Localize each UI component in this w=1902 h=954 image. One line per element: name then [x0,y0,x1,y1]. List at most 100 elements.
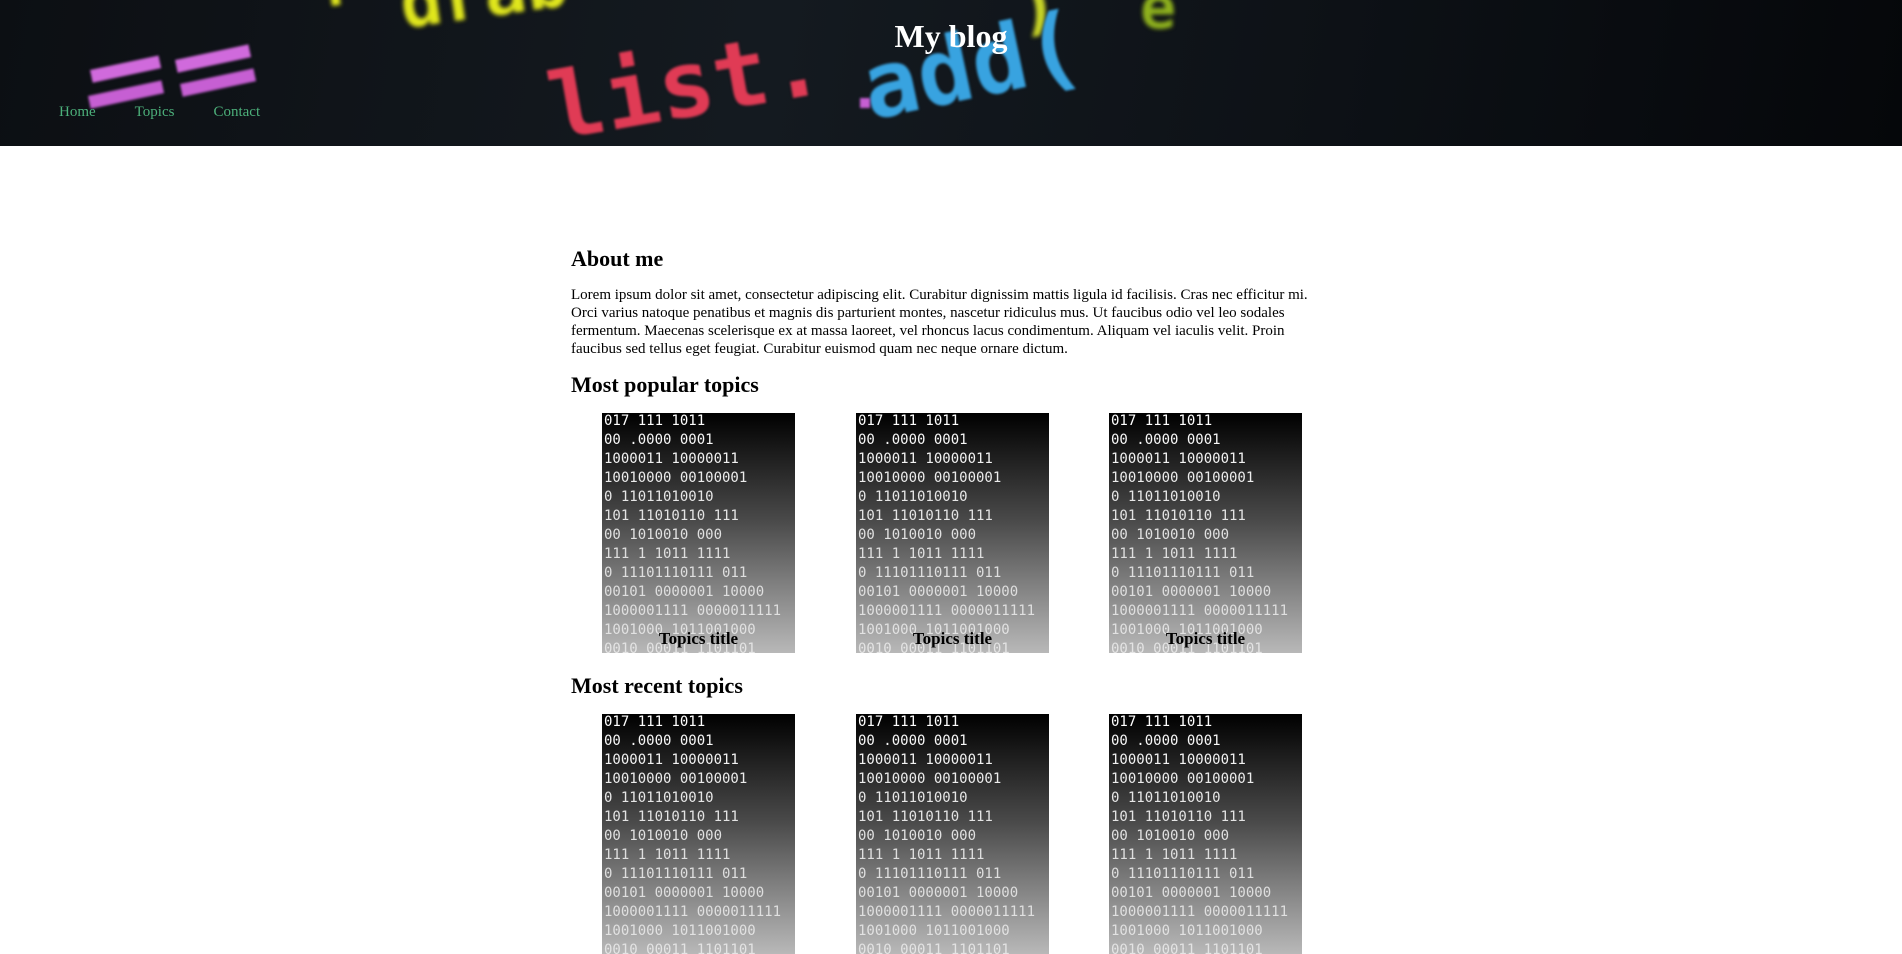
about-heading: About me [571,246,664,271]
nav-topics-link[interactable]: Topics [135,104,175,121]
svg-text:00101 0000001 10000: 00101 0000001 10000 [604,584,764,600]
site-title: My blog [894,18,1008,54]
svg-text:00 .0000 0001: 00 .0000 0001 [1111,733,1221,749]
svg-text:0 11011010010: 0 11011010010 [1111,489,1221,505]
binary-code-image: 017 111 1011 00 .0000 0001 1000011 1000001… [1111,413,1288,653]
svg-text:101 11010110 111: 101 11010110 111 [1111,508,1246,524]
svg-text:0010 00011 1101101: 0010 00011 1101101 [1111,942,1263,954]
svg-text:00 1010010 000: 00 1010010 000 [1111,828,1229,844]
svg-text:00 1010010 000: 00 1010010 000 [1111,527,1229,543]
svg-text:00101 0000001 10000: 00101 0000001 10000 [858,885,1018,901]
svg-text:00 .0000 0001: 00 .0000 0001 [604,733,714,749]
svg-text:1000001111 0000011111: 1000001111 0000011111 [858,603,1035,619]
svg-text:1000011 10000011: 1000011 10000011 [858,752,993,768]
binary-code-image: 017 111 1011 00 .0000 0001 1000011 1000001… [858,413,1035,653]
svg-text:00 .0000 0001: 00 .0000 0001 [1111,432,1221,448]
svg-text:1000001111 0000011111: 1000001111 0000011111 [604,603,781,619]
svg-text:10010000 00100001: 10010000 00100001 [858,470,1001,486]
svg-text:10010000 00100001: 10010000 00100001 [858,771,1001,787]
main-content: About me Lorem ipsum dolor sit amet, con… [571,246,1336,954]
svg-text:1000011 10000011: 1000011 10000011 [604,451,739,467]
svg-text:10010000 00100001: 10010000 00100001 [604,771,747,787]
topic-card[interactable]: 017 111 1011 00 .0000 0001 1000011 1000001… [856,714,1049,954]
about-text: Lorem ipsum dolor sit amet, consectetur … [571,287,1308,357]
svg-text:0 11011010010: 0 11011010010 [858,790,968,806]
svg-text:017 111 1011: 017 111 1011 [1111,714,1212,730]
svg-text:1000001111 0000011111: 1000001111 0000011111 [858,904,1035,920]
svg-text:00 1010010 000: 00 1010010 000 [858,527,976,543]
svg-text:1000011 10000011: 1000011 10000011 [604,752,739,768]
svg-text:0 11011010010: 0 11011010010 [604,790,714,806]
svg-text:0 11101110111 011: 0 11101110111 011 [858,866,1001,882]
recent-topics-heading: Most recent topics [571,673,743,698]
svg-text:0010 00011 1101101: 0010 00011 1101101 [858,942,1010,954]
svg-text:111 1 1011 1111: 111 1 1011 1111 [858,847,984,863]
svg-text:101 11010110 111: 101 11010110 111 [858,508,993,524]
svg-text:017 111 1011: 017 111 1011 [1111,413,1212,429]
svg-text:101 11010110 111: 101 11010110 111 [1111,809,1246,825]
svg-text:00 .0000 0001: 00 .0000 0001 [858,432,968,448]
svg-text:00 1010010 000: 00 1010010 000 [858,828,976,844]
svg-text:111 1 1011 1111: 111 1 1011 1111 [604,546,730,562]
svg-text:00101 0000001 10000: 00101 0000001 10000 [1111,584,1271,600]
svg-text:101 11010110 111: 101 11010110 111 [604,508,739,524]
svg-text:017 111 1011: 017 111 1011 [604,413,705,429]
svg-text:00101 0000001 10000: 00101 0000001 10000 [858,584,1018,600]
svg-text:017 111 1011: 017 111 1011 [858,413,959,429]
svg-text:111 1 1011 1111: 111 1 1011 1111 [858,546,984,562]
popular-topics-heading: Most popular topics [571,372,759,397]
svg-text:00 1010010 000: 00 1010010 000 [604,527,722,543]
svg-text:1000001111 0000011111: 1000001111 0000011111 [1111,904,1288,920]
nav-home-link[interactable]: Home [59,104,96,121]
binary-code-image: 017 111 1011 00 .0000 0001 1000011 1000001… [604,413,781,653]
svg-text:00 .0000 0001: 00 .0000 0001 [858,733,968,749]
topic-card-title: Topics title [658,629,739,648]
topic-card[interactable]: 017 111 1011 00 .0000 0001 1000011 1000001… [856,413,1049,653]
svg-text:1000011 10000011: 1000011 10000011 [1111,451,1246,467]
svg-text:0 11101110111 011: 0 11101110111 011 [1111,565,1254,581]
svg-text:0 11011010010: 0 11011010010 [604,489,714,505]
svg-text:101 11010110 111: 101 11010110 111 [604,809,739,825]
svg-text:10010000 00100001: 10010000 00100001 [604,470,747,486]
svg-text:111 1 1011 1111: 111 1 1011 1111 [1111,546,1237,562]
svg-text:00101 0000001 10000: 00101 0000001 10000 [604,885,764,901]
svg-text:00101 0000001 10000: 00101 0000001 10000 [1111,885,1271,901]
topic-card[interactable]: 017 111 1011 00 .0000 0001 1000011 1000001… [602,413,795,653]
recent-topics-list: 017 111 1011 00 .0000 0001 1000011 1000001… [571,714,1336,954]
svg-text:0 11101110111 011: 0 11101110111 011 [604,565,747,581]
svg-text:1000011 10000011: 1000011 10000011 [1111,752,1246,768]
svg-text:0 11011010010: 0 11011010010 [858,489,968,505]
main-nav: Home Topics Contact [59,104,299,121]
nav-contact-link[interactable]: Contact [213,104,260,121]
binary-code-image: 017 111 1011 00 .0000 0001 1000011 1000001… [1111,714,1288,954]
topic-card-title: Topics title [912,629,993,648]
topic-card[interactable]: 017 111 1011 00 .0000 0001 1000011 1000001… [1109,714,1302,954]
svg-text:1000001111 0000011111: 1000001111 0000011111 [604,904,781,920]
svg-text:1000001111 0000011111: 1000001111 0000011111 [1111,603,1288,619]
svg-text:00 1010010 000: 00 1010010 000 [604,828,722,844]
svg-text:0010 00011 1101101: 0010 00011 1101101 [604,942,756,954]
svg-text:0 11101110111 011: 0 11101110111 011 [1111,866,1254,882]
svg-text:0 11101110111 011: 0 11101110111 011 [858,565,1001,581]
binary-code-image: 017 111 1011 00 .0000 0001 1000011 1000001… [604,714,781,954]
svg-text:1001000 1011001000: 1001000 1011001000 [858,923,1010,939]
svg-text:017 111 1011: 017 111 1011 [604,714,705,730]
svg-text:10010000 00100001: 10010000 00100001 [1111,771,1254,787]
site-header: ' drab ) e list. add( My blog Home Topic… [0,0,1902,146]
svg-text:1001000 1011001000: 1001000 1011001000 [604,923,756,939]
topic-card-title: Topics title [1165,629,1246,648]
topic-card[interactable]: 017 111 1011 00 .0000 0001 1000011 1000001… [1109,413,1302,653]
svg-text:00 .0000 0001: 00 .0000 0001 [604,432,714,448]
svg-text:1000011 10000011: 1000011 10000011 [858,451,993,467]
svg-text:0 11101110111 011: 0 11101110111 011 [604,866,747,882]
binary-code-image: 017 111 1011 00 .0000 0001 1000011 1000001… [858,714,1035,954]
popular-topics-list: 017 111 1011 00 .0000 0001 1000011 1000001… [571,413,1336,653]
svg-text:10010000 00100001: 10010000 00100001 [1111,470,1254,486]
svg-text:1001000 1011001000: 1001000 1011001000 [1111,923,1263,939]
svg-text:017 111 1011: 017 111 1011 [858,714,959,730]
svg-text:111 1 1011 1111: 111 1 1011 1111 [604,847,730,863]
svg-text:111 1 1011 1111: 111 1 1011 1111 [1111,847,1237,863]
svg-text:101 11010110 111: 101 11010110 111 [858,809,993,825]
topic-card[interactable]: 017 111 1011 00 .0000 0001 1000011 1000001… [602,714,795,954]
svg-text:0 11011010010: 0 11011010010 [1111,790,1221,806]
